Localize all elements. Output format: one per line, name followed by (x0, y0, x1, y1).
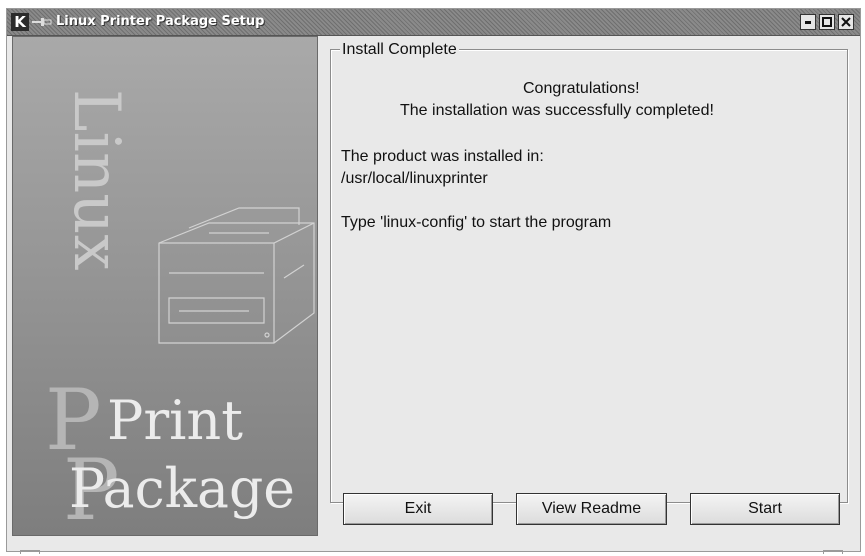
title-bar[interactable]: K Linux Printer Package Setup (7, 9, 860, 36)
logo-print-text: Print (107, 389, 243, 452)
congrats-text: Congratulations! (523, 80, 640, 97)
linux-word: Linux (59, 89, 129, 271)
k-icon[interactable]: K (11, 13, 29, 31)
resize-grip-left[interactable] (20, 550, 40, 554)
config-hint: Type 'linux-config' to start the program (341, 214, 612, 231)
minimize-icon (805, 21, 811, 24)
installed-label: The product was installed in: (341, 148, 544, 165)
exit-button[interactable]: Exit (343, 493, 493, 525)
maximize-icon (822, 17, 832, 27)
minimize-button[interactable] (800, 14, 816, 30)
group-title: Install Complete (340, 41, 459, 59)
sidebar-banner: Linux P P Print Package (12, 36, 318, 536)
logo-package-text: Package (69, 457, 295, 520)
close-button[interactable] (838, 14, 854, 30)
start-button[interactable]: Start (690, 493, 840, 525)
window-title: Linux Printer Package Setup (56, 14, 265, 29)
printer-illustration (158, 207, 315, 344)
view-readme-button[interactable]: View Readme (516, 493, 667, 525)
pin-icon[interactable] (32, 18, 52, 26)
install-path: /usr/local/linuxprinter (341, 170, 488, 187)
success-text: The installation was successfully comple… (400, 102, 714, 119)
close-icon (841, 17, 851, 27)
print-package-logo: P P Print Package (45, 371, 295, 527)
linux-word-text: Linux (59, 89, 129, 271)
resize-grip-right[interactable] (823, 550, 843, 554)
maximize-button[interactable] (819, 14, 835, 30)
